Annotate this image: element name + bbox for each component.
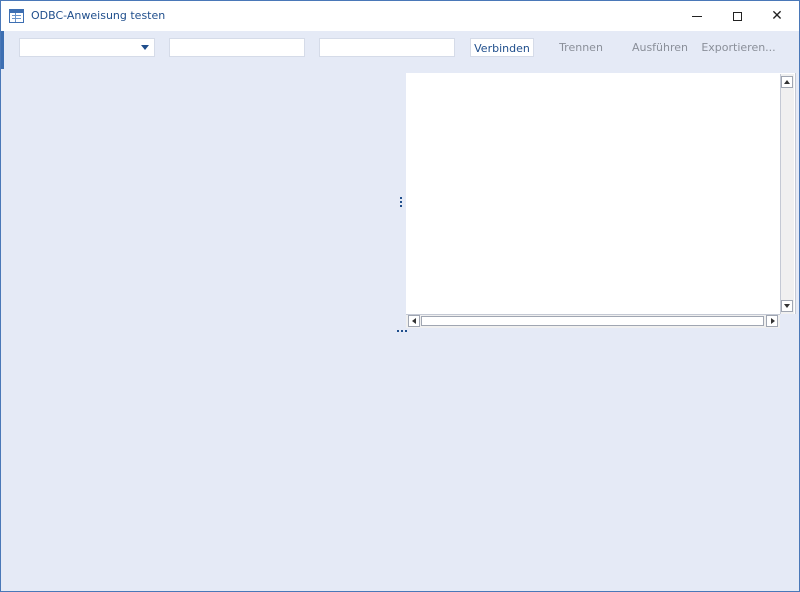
scroll-right-button[interactable] (766, 315, 778, 327)
title-bar: ODBC-Anweisung testen ✕ (1, 1, 799, 31)
vertical-splitter-handle[interactable] (399, 196, 404, 209)
results-grid[interactable] (406, 73, 796, 328)
chevron-down-icon[interactable] (141, 45, 149, 50)
toolbar-accent-bar (1, 31, 4, 69)
export-button[interactable]: Exportieren... (701, 38, 776, 57)
horizontal-scrollbar[interactable] (406, 314, 780, 328)
splitter-dot (397, 330, 399, 332)
arrow-right-icon (771, 318, 775, 324)
minimize-icon (692, 15, 702, 17)
splitter-dot (401, 330, 403, 332)
splitter-dot (400, 201, 402, 203)
username-input[interactable] (169, 38, 305, 57)
table-window-icon (9, 9, 24, 23)
vertical-scrollbar[interactable] (780, 74, 794, 314)
execute-button[interactable]: Ausführen (628, 38, 692, 57)
dsn-select[interactable] (19, 38, 155, 57)
maximize-icon (732, 11, 742, 21)
scrollbar-corner (780, 314, 796, 328)
close-button[interactable]: ✕ (757, 1, 797, 31)
odbc-test-window: ODBC-Anweisung testen ✕ Verbinden Trenne… (0, 0, 800, 592)
maximize-button[interactable] (717, 1, 757, 31)
horizontal-scroll-thumb[interactable] (421, 316, 764, 326)
minimize-button[interactable] (677, 1, 717, 31)
window-title: ODBC-Anweisung testen (31, 9, 166, 22)
splitter-dot (400, 197, 402, 199)
scroll-down-button[interactable] (781, 300, 793, 312)
splitter-dot (400, 205, 402, 207)
horizontal-splitter-handle[interactable] (396, 329, 409, 334)
scroll-left-button[interactable] (408, 315, 420, 327)
connect-button[interactable]: Verbinden (470, 38, 534, 57)
close-icon: ✕ (771, 8, 783, 24)
arrow-down-icon (784, 304, 790, 308)
disconnect-button[interactable]: Trennen (549, 38, 613, 57)
scroll-up-button[interactable] (781, 76, 793, 88)
arrow-left-icon (412, 318, 416, 324)
arrow-up-icon (784, 80, 790, 84)
password-input[interactable] (319, 38, 455, 57)
splitter-dot (405, 330, 407, 332)
